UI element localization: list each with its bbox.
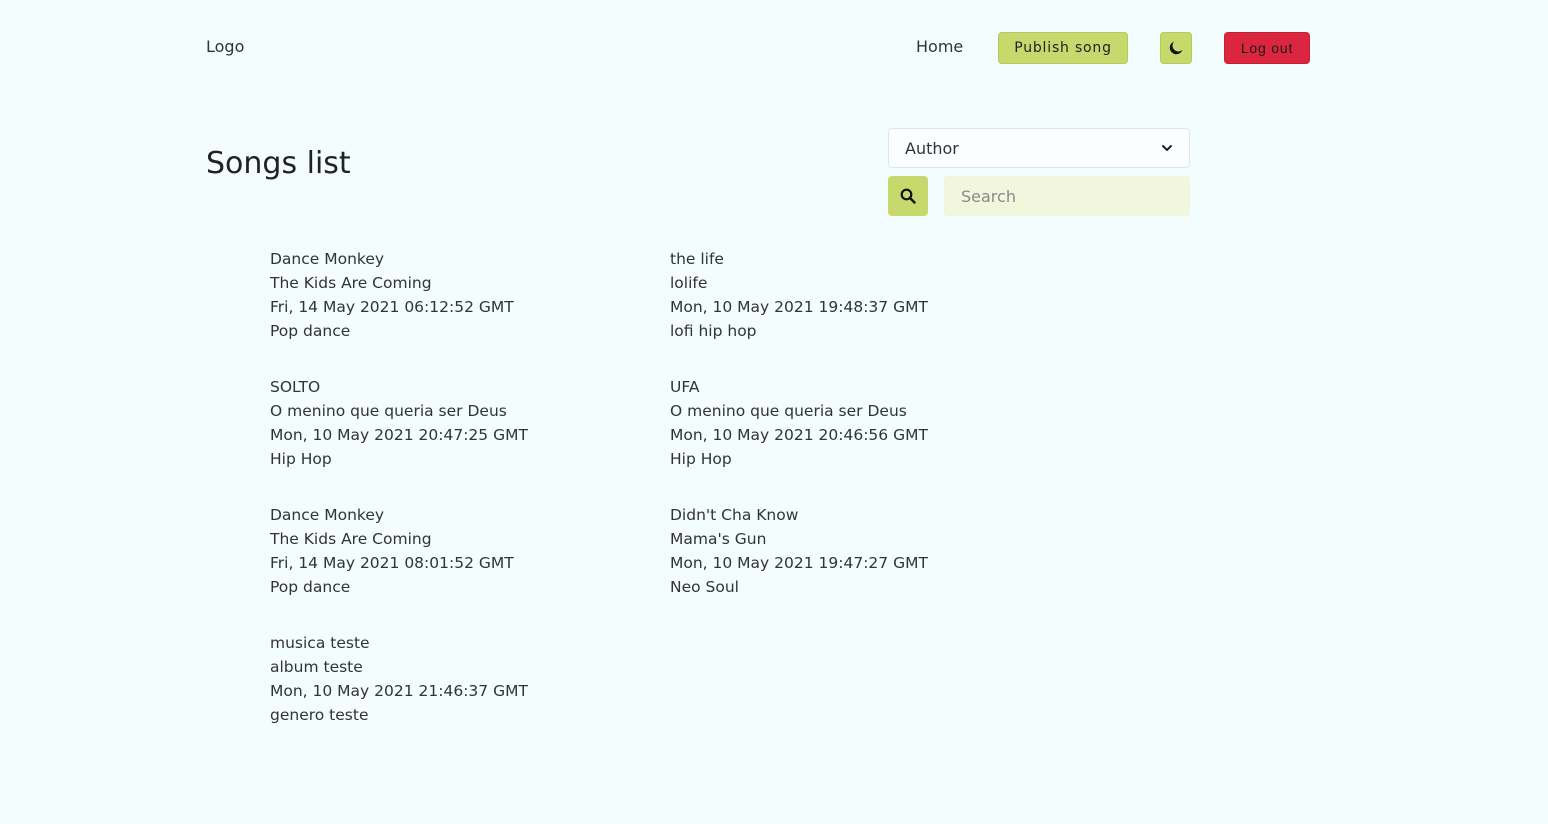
- song-genre: Pop dance: [270, 322, 351, 340]
- page: Logo Home Publish song Log out Songs lis…: [0, 0, 1548, 824]
- moon-icon: [1169, 41, 1183, 55]
- song-album: The Kids Are Coming: [270, 274, 432, 292]
- song-album: O menino que queria ser Deus: [270, 402, 507, 420]
- song-album: album teste: [270, 658, 363, 676]
- song-item[interactable]: SOLTO O menino que queria ser Deus Mon, …: [270, 375, 670, 471]
- search-input[interactable]: [944, 176, 1190, 216]
- logout-button[interactable]: Log out: [1224, 32, 1310, 64]
- song-item[interactable]: the life lolife Mon, 10 May 2021 19:48:3…: [670, 247, 1070, 343]
- song-date: Mon, 10 May 2021 21:46:37 GMT: [270, 682, 528, 700]
- song-name: Dance Monkey: [270, 506, 385, 524]
- song-genre: Pop dance: [270, 578, 351, 596]
- chevron-down-icon: [1162, 145, 1172, 151]
- song-name: the life: [670, 250, 724, 268]
- song-date: Mon, 10 May 2021 19:47:27 GMT: [670, 554, 928, 572]
- song-name: UFA: [670, 378, 700, 396]
- filter-selected-value: Author: [905, 138, 959, 158]
- song-album: The Kids Are Coming: [270, 530, 432, 548]
- theme-toggle-button[interactable]: [1160, 32, 1192, 64]
- song-item[interactable]: Dance Monkey The Kids Are Coming Fri, 14…: [270, 503, 670, 599]
- songs-list: Dance Monkey The Kids Are Coming Fri, 14…: [270, 247, 1070, 727]
- filter-select[interactable]: Author: [888, 128, 1190, 168]
- song-date: Fri, 14 May 2021 08:01:52 GMT: [270, 554, 514, 572]
- song-genre: genero teste: [270, 706, 369, 724]
- publish-song-button[interactable]: Publish song: [998, 32, 1128, 64]
- song-name: SOLTO: [270, 378, 321, 396]
- song-name: Dance Monkey: [270, 250, 385, 268]
- song-item[interactable]: musica teste album teste Mon, 10 May 202…: [270, 631, 670, 727]
- song-item[interactable]: Didn't Cha Know Mama's Gun Mon, 10 May 2…: [670, 503, 1070, 599]
- song-item[interactable]: Dance Monkey The Kids Are Coming Fri, 14…: [270, 247, 670, 343]
- song-date: Mon, 10 May 2021 20:47:25 GMT: [270, 426, 528, 444]
- song-album: Mama's Gun: [670, 530, 767, 548]
- song-name: Didn't Cha Know: [670, 506, 799, 524]
- song-genre: Neo Soul: [670, 578, 739, 596]
- song-name: musica teste: [270, 634, 370, 652]
- song-date: Mon, 10 May 2021 20:46:56 GMT: [670, 426, 928, 444]
- song-date: Mon, 10 May 2021 19:48:37 GMT: [670, 298, 928, 316]
- search-button[interactable]: [888, 176, 928, 216]
- search-icon: [900, 188, 916, 204]
- song-item[interactable]: UFA O menino que queria ser Deus Mon, 10…: [670, 375, 1070, 471]
- song-genre: Hip Hop: [670, 450, 732, 468]
- song-genre: Hip Hop: [270, 450, 332, 468]
- page-title: Songs list: [206, 146, 351, 181]
- song-album: lolife: [670, 274, 708, 292]
- nav-home-link[interactable]: Home: [916, 37, 963, 56]
- song-date: Fri, 14 May 2021 06:12:52 GMT: [270, 298, 514, 316]
- song-genre: lofi hip hop: [670, 322, 757, 340]
- song-album: O menino que queria ser Deus: [670, 402, 907, 420]
- logo[interactable]: Logo: [206, 37, 244, 56]
